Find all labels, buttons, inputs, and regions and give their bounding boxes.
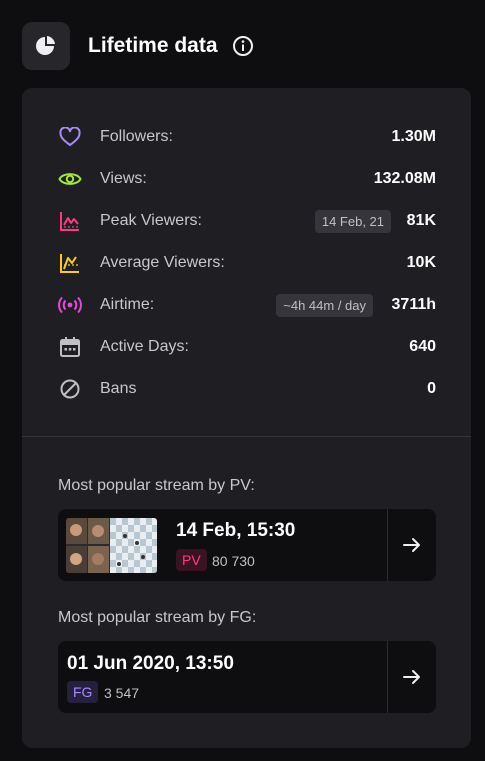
stat-value: 132.08M	[373, 170, 436, 187]
stat-row-peak-viewers: Peak Viewers: 14 Feb, 21 81K	[22, 200, 471, 242]
section-divider	[22, 436, 471, 437]
open-stream-button[interactable]	[387, 509, 436, 581]
ban-icon	[58, 377, 82, 401]
open-stream-button[interactable]	[387, 641, 436, 713]
lifetime-data-card: Followers: 1.30M Views: 132.08M Peak Vie…	[22, 88, 471, 748]
popular-fg-title: Most popular stream by FG:	[58, 609, 257, 626]
stat-label: Peak Viewers:	[100, 212, 202, 229]
stat-row-views: Views: 132.08M	[22, 158, 471, 200]
broadcast-icon	[58, 293, 82, 317]
stream-count: 80 730	[212, 553, 255, 569]
popular-fg-stream-card[interactable]: 01 Jun 2020, 13:50 FG 3 547	[58, 641, 436, 713]
airtime-per-day-badge: ~4h 44m / day	[276, 293, 373, 317]
stream-date: 01 Jun 2020, 13:50	[67, 653, 234, 674]
peak-chart-icon	[58, 209, 82, 233]
lifetime-header: Lifetime data	[22, 22, 254, 70]
stat-label: Airtime:	[100, 296, 155, 313]
stat-row-bans: Bans 0	[22, 368, 471, 410]
stat-value: 1.30M	[391, 128, 436, 145]
stat-row-active-days: Active Days: 640	[22, 326, 471, 368]
popular-pv-title: Most popular stream by PV:	[58, 477, 255, 494]
stat-label: Bans	[100, 380, 137, 397]
stat-label: Followers:	[100, 128, 173, 145]
stat-label: Active Days:	[100, 338, 189, 355]
pie-chart-icon	[22, 22, 70, 70]
stat-value: 0	[427, 380, 436, 397]
stat-label: Views:	[100, 170, 147, 187]
stat-value: 10K	[406, 254, 436, 271]
stat-row-airtime: Airtime: ~4h 44m / day 3711h	[22, 284, 471, 326]
fg-tag: FG	[67, 681, 99, 703]
stat-row-average-viewers: Average Viewers: 10K	[22, 242, 471, 284]
stat-value: 81K	[406, 212, 436, 229]
stat-row-followers: Followers: 1.30M	[22, 116, 471, 158]
popular-pv-stream-card[interactable]: 14 Feb, 15:30 PV 80 730	[58, 509, 436, 581]
info-icon[interactable]	[232, 35, 254, 57]
stat-label: Average Viewers:	[100, 254, 225, 271]
peak-date-badge: 14 Feb, 21	[314, 209, 391, 233]
arrow-right-icon	[403, 670, 420, 684]
pv-tag: PV	[176, 549, 207, 571]
heart-icon	[58, 125, 82, 149]
calendar-icon	[58, 335, 82, 359]
page-title: Lifetime data	[88, 34, 218, 57]
stat-value: 640	[409, 338, 436, 355]
stream-count: 3 547	[104, 685, 140, 701]
average-chart-icon	[58, 251, 82, 275]
arrow-right-icon	[403, 538, 420, 552]
stream-date: 14 Feb, 15:30	[176, 520, 296, 541]
stat-value: 3711h	[391, 296, 436, 313]
eye-icon	[58, 167, 82, 191]
stream-thumbnail	[66, 518, 157, 573]
